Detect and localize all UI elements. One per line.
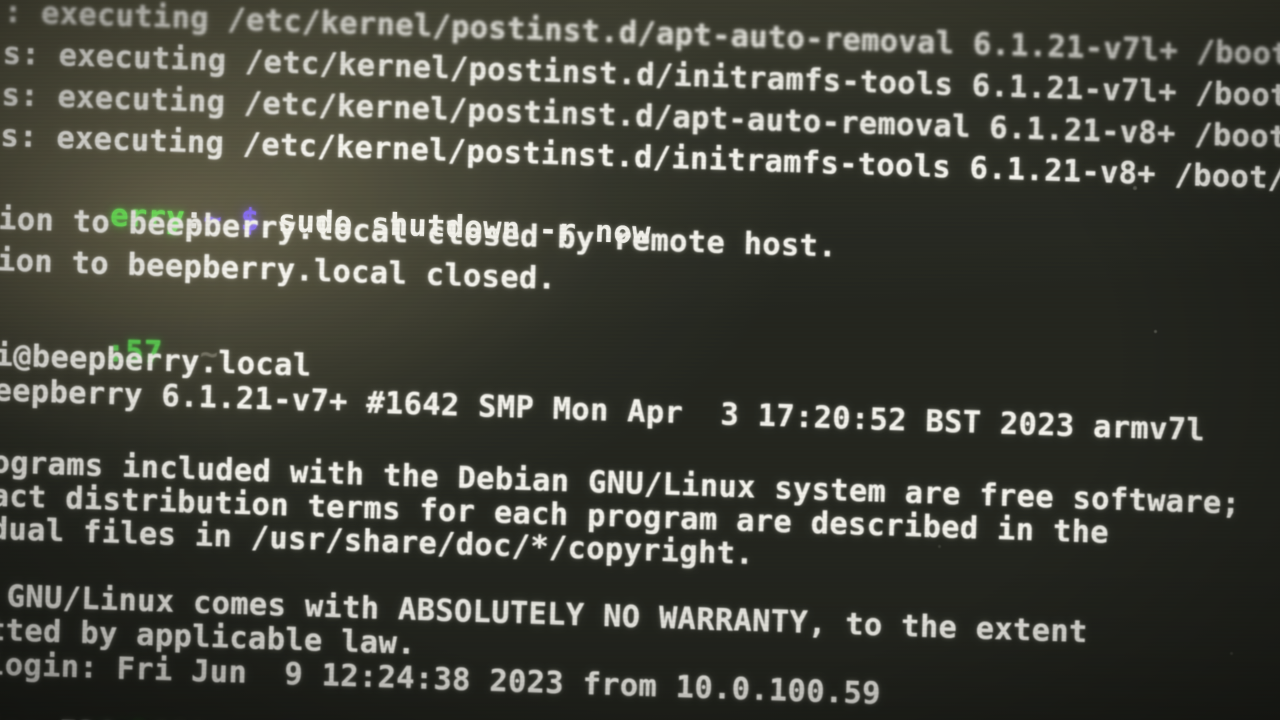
terminal-screen-photo: : executing /etc/kernel/postinst.d/apt-a…: [0, 0, 1280, 720]
terminal-text-plane: : executing /etc/kernel/postinst.d/apt-a…: [0, 0, 1280, 720]
terminal-line-uname-banner: eepberry 6.1.21-v7+ #1642 SMP Mon Apr 3 …: [0, 373, 1206, 449]
